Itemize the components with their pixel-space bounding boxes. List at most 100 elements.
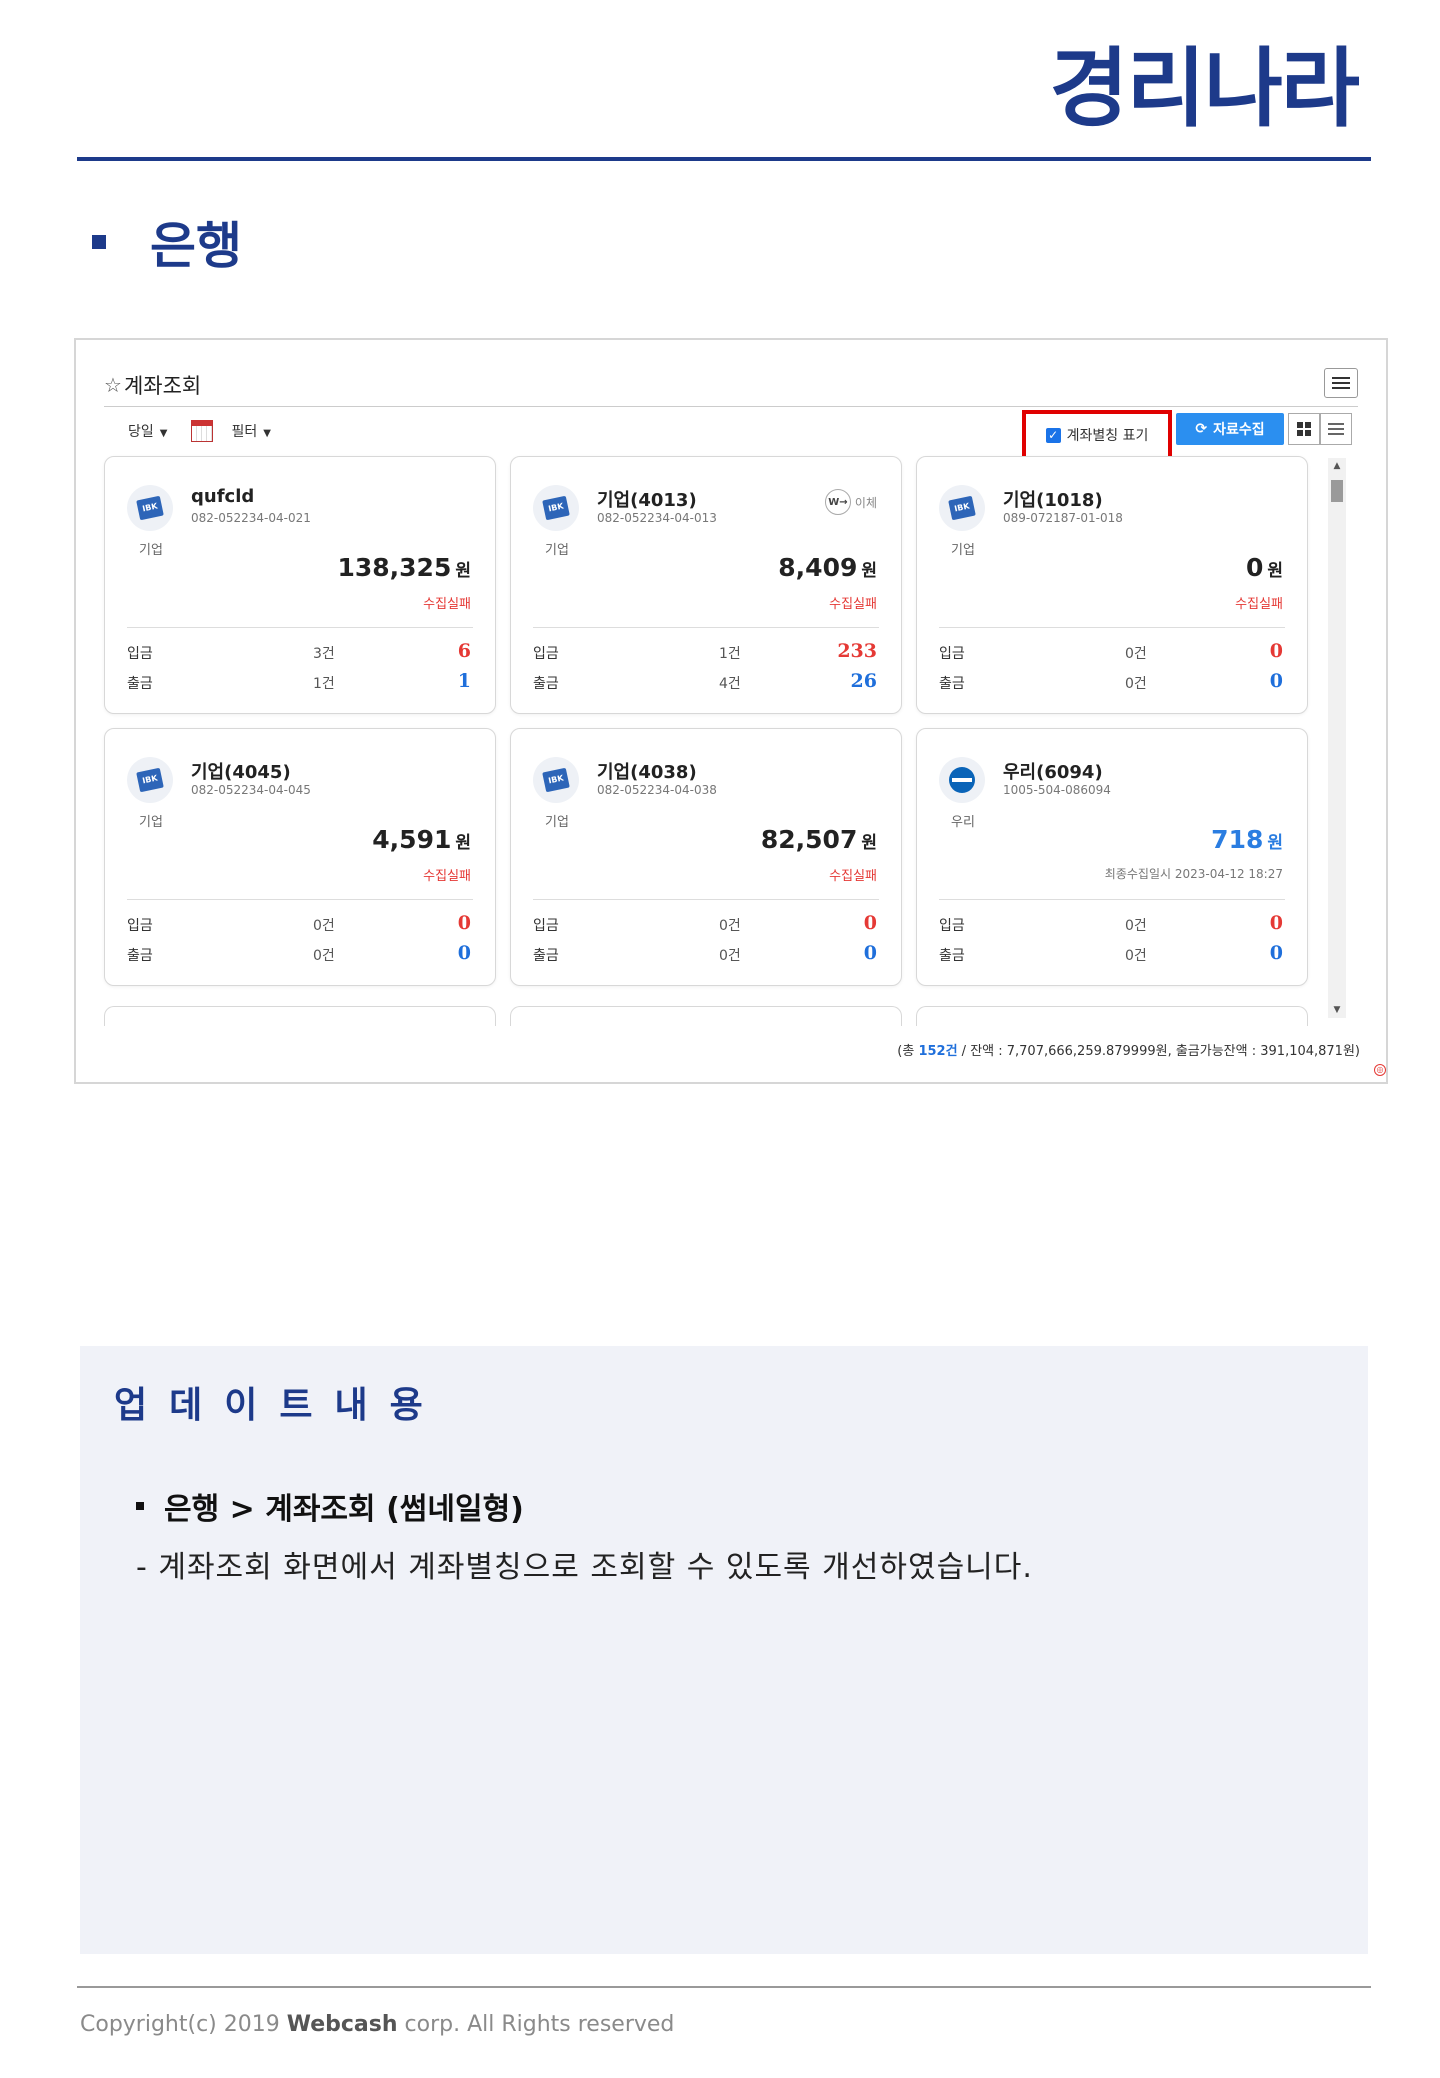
account-card[interactable]: IBK 기업(4038) 082-052234-04-038 기업 82,507 원 수집실… [510, 728, 902, 986]
balance-summary: (총 152건 / 잔액 : 7,707,666,259.879999원, 출금… [897, 1044, 1360, 1059]
account-alias: qufcld [191, 486, 255, 507]
menu-icon[interactable] [1324, 368, 1358, 398]
account-inquiry-screenshot: ☆ 계좌조회 당일 ▼ 필터 ▼ ✓ 계좌별칭 표기 ⟳ 자료수집 IBK qufcl… [74, 338, 1388, 1084]
company-name: Webcash [286, 2012, 398, 2037]
scrollbar[interactable]: ▲ ▼ [1328, 458, 1346, 1018]
account-card[interactable]: IBK 기업(1018) 089-072187-01-018 기업 0 원 수집실패 입금 0건… [916, 456, 1308, 714]
screen-divider [104, 406, 1358, 407]
account-card-peek [510, 1006, 902, 1026]
withdraw-amount[interactable]: 0 [1270, 942, 1283, 964]
account-card-peek [104, 1006, 496, 1026]
account-number: 082-052234-04-038 [597, 783, 717, 797]
withdraw-count: 0건 [1125, 948, 1147, 964]
withdraw-amount[interactable]: 0 [1270, 670, 1283, 692]
section-title: 은행 [150, 217, 242, 275]
account-card[interactable]: 우리(6094) 1005-504-086094 우리 718 원 최종수집일시 2023… [916, 728, 1308, 986]
deposit-count: 0건 [313, 918, 335, 934]
section-heading: 은행 [92, 206, 242, 278]
corner-badge-icon: ◎ [1374, 1064, 1386, 1076]
bank-name: 기업 [545, 543, 569, 558]
withdraw-row: 출금 4건 26 [533, 670, 877, 695]
withdraw-label: 출금 [127, 676, 153, 692]
account-balance: 4,591 원 [372, 825, 471, 854]
account-number: 1005-504-086094 [1003, 783, 1111, 797]
collection-status: 수집실패 [1235, 597, 1283, 612]
woori-logo-icon [939, 757, 985, 803]
card-divider [127, 899, 473, 900]
deposit-count: 0건 [719, 918, 741, 934]
withdraw-label: 출금 [939, 948, 965, 964]
deposit-label: 입금 [127, 646, 153, 662]
ibk-logo-icon: IBK [533, 485, 579, 531]
deposit-amount[interactable]: 233 [837, 640, 877, 662]
alias-toggle-label: 계좌별칭 표기 [1066, 428, 1149, 444]
toolbar: 당일 ▼ 필터 ▼ [128, 420, 271, 442]
ibk-logo-icon: IBK [127, 485, 173, 531]
deposit-count: 1건 [719, 646, 741, 662]
bank-name: 기업 [951, 543, 975, 558]
filter-dropdown[interactable]: 필터 ▼ [231, 421, 270, 441]
bank-name: 기업 [139, 543, 163, 558]
copyright: Copyright(c) 2019 Webcash corp. All Righ… [80, 2012, 675, 2037]
account-card[interactable]: IBK qufcld 082-052234-04-021 기업 138,325 원 수집실패… [104, 456, 496, 714]
withdraw-row: 출금 0건 0 [939, 942, 1283, 967]
calendar-icon[interactable] [191, 420, 214, 442]
ibk-logo-icon: IBK [127, 757, 173, 803]
account-card[interactable]: IBK 기업(4045) 082-052234-04-045 기업 4,591 원 수집실패… [104, 728, 496, 986]
refresh-icon: ⟳ [1195, 421, 1208, 437]
withdraw-amount[interactable]: 1 [458, 670, 471, 692]
deposit-amount[interactable]: 6 [458, 640, 471, 662]
collect-data-button[interactable]: ⟳ 자료수집 [1176, 413, 1284, 445]
withdraw-amount[interactable]: 26 [851, 670, 877, 692]
grid-view-button[interactable] [1288, 413, 1320, 445]
withdraw-amount[interactable]: 0 [864, 942, 877, 964]
screen-title: ☆ 계좌조회 [104, 370, 201, 400]
deposit-label: 입금 [533, 646, 559, 662]
deposit-amount[interactable]: 0 [1270, 912, 1283, 934]
grid-icon [1297, 422, 1311, 436]
account-alias: 기업(1018) [1003, 490, 1103, 511]
account-alias-toggle[interactable]: ✓ 계좌별칭 표기 [1022, 410, 1172, 460]
deposit-row: 입금 0건 0 [939, 912, 1283, 937]
withdraw-row: 출금 0건 0 [127, 942, 471, 967]
bullet-icon [136, 1502, 144, 1510]
account-balance: 718 원 [1211, 825, 1283, 854]
deposit-amount[interactable]: 0 [864, 912, 877, 934]
deposit-row: 입금 1건 233 [533, 640, 877, 665]
account-number: 082-052234-04-045 [191, 783, 311, 797]
total-count: 152건 [918, 1044, 958, 1059]
update-description: - 계좌조회 화면에서 계좌별칭으로 조회할 수 있도록 개선하였습니다. [136, 1550, 1033, 1585]
deposit-label: 입금 [533, 918, 559, 934]
scroll-up-icon[interactable]: ▲ [1328, 458, 1346, 474]
withdraw-count: 4건 [719, 676, 741, 692]
deposit-count: 3건 [313, 646, 335, 662]
chevron-down-icon: ▼ [159, 428, 168, 439]
scroll-down-icon[interactable]: ▼ [1328, 1002, 1346, 1018]
deposit-amount[interactable]: 0 [458, 912, 471, 934]
period-select[interactable]: 당일 ▼ [128, 421, 167, 441]
checkbox-checked-icon[interactable]: ✓ [1045, 427, 1061, 443]
account-balance: 8,409 원 [778, 553, 877, 582]
deposit-count: 0건 [1125, 646, 1147, 662]
withdraw-row: 출금 0건 0 [533, 942, 877, 967]
transfer-button[interactable]: W→ 이체 [824, 489, 877, 515]
deposit-amount[interactable]: 0 [1270, 640, 1283, 662]
collection-status: 수집실패 [829, 869, 877, 884]
deposit-row: 입금 0건 0 [939, 640, 1283, 665]
transfer-icon: W→ [824, 489, 851, 515]
header-divider [77, 157, 1371, 161]
bank-name: 우리 [951, 815, 975, 830]
chevron-down-icon: ▼ [263, 428, 271, 439]
withdraw-amount[interactable]: 0 [458, 942, 471, 964]
account-card[interactable]: IBK 기업(4013) 082-052234-04-013 기업 W→ 이체 8,409 원… [510, 456, 902, 714]
scroll-thumb[interactable] [1331, 480, 1343, 502]
deposit-label: 입금 [939, 918, 965, 934]
withdraw-count: 1건 [313, 676, 335, 692]
brand-logo: 경리나라 [1049, 39, 1360, 139]
account-number: 082-052234-04-021 [191, 511, 311, 525]
favorite-star-icon[interactable]: ☆ [104, 373, 122, 397]
list-view-button[interactable] [1320, 413, 1352, 445]
footer-divider [77, 1986, 1371, 1988]
account-balance: 138,325 원 [337, 553, 471, 582]
withdraw-label: 출금 [533, 948, 559, 964]
